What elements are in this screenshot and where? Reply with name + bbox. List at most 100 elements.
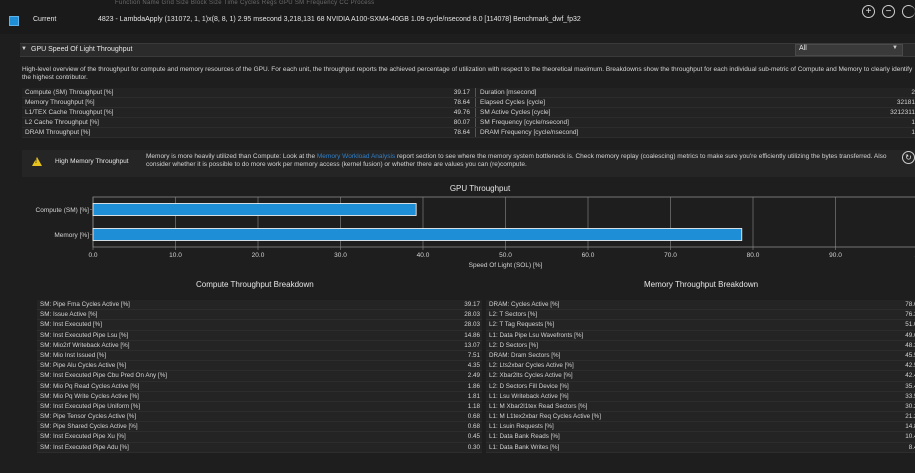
breakdown-value: 21.28 <box>905 413 915 421</box>
x-tick-label: 0.0 <box>88 252 97 259</box>
breakdown-value: 42.59 <box>905 362 915 370</box>
breakdown-value: 0.30 <box>467 443 480 451</box>
x-axis-label: Speed Of Light (SOL) [%] <box>469 262 543 269</box>
breakdown-value: 2.49 <box>467 372 480 380</box>
compute-breakdown-row: SM: Pipe Alu Cycles Active [%] 4.35 <box>37 361 482 372</box>
metric-label: L2 Cache Throughput [%] <box>25 119 99 126</box>
metric-row: DRAM Throughput [%] 78.64 DRAM Frequency [… <box>22 128 915 138</box>
metric-value: 2 <box>911 89 915 96</box>
breakdown-label: SM: Pipe Alu Cycles Active [%] <box>40 362 127 370</box>
memory-breakdown-row: DRAM: Cycles Active [%] 78.64 <box>486 300 915 311</box>
sol-metrics-table: Compute (SM) Throughput [%] 39.17 Duration… <box>22 88 915 138</box>
metric-label: Duration [msecond] <box>480 89 537 96</box>
advice-title: High Memory Throughput <box>55 158 129 165</box>
compute-breakdown-row: SM: Inst Executed Pipe Adu [%] 0.30 <box>37 442 482 453</box>
column-divider <box>475 98 476 107</box>
compute-breakdown-row: SM: Inst Executed Pipe Uniform [%] 1.18 <box>37 401 482 413</box>
memory-breakdown-row: L2: D Sectors [%] 48.30 <box>486 340 915 351</box>
section-header[interactable] <box>20 43 915 57</box>
x-tick-label: 70.0 <box>664 252 677 259</box>
breakdown-value: 0.45 <box>467 433 480 441</box>
body-filter-value: All <box>799 45 807 52</box>
remove-baseline-button[interactable]: − <box>882 5 895 18</box>
memory-breakdown-row: DRAM: Dram Sectors [%] 45.59 <box>486 350 915 362</box>
column-divider <box>475 118 476 127</box>
breakdown-label: DRAM: Cycles Active [%] <box>489 301 560 308</box>
metric-label: Elapsed Cycles [cycle] <box>480 99 546 106</box>
breakdown-value: 14.86 <box>464 331 480 339</box>
warning-icon <box>32 157 42 166</box>
breakdown-value: 51.08 <box>905 321 915 329</box>
metric-label: L1/TEX Cache Throughput [%] <box>25 109 114 116</box>
breakdown-label: SM: Pipe Shared Cycles Active [%] <box>40 423 138 431</box>
breakdown-label: SM: Issue Active [%] <box>40 311 98 319</box>
metric-value: 32181 <box>896 99 915 106</box>
body-filter-select[interactable] <box>795 44 903 56</box>
breakdown-value: 28.03 <box>464 311 480 319</box>
add-baseline-button[interactable]: + <box>862 5 875 18</box>
compute-breakdown-row: SM: Mio Pq Read Cycles Active [%] 1.86 <box>37 381 482 392</box>
section-title[interactable]: GPU Speed Of Light Throughput <box>31 46 132 53</box>
metric-label: SM Frequency [cycle/nsecond] <box>480 119 569 126</box>
breakdown-value: 10.40 <box>905 433 915 441</box>
breakdown-value: 30.20 <box>905 402 915 410</box>
breakdown-label: SM: Pipe Fma Cycles Active [%] <box>40 301 130 308</box>
memory-breakdown-row: L2: D Sectors Fill Device [%] 35.44 <box>486 381 915 392</box>
breakdown-value: 76.34 <box>905 311 915 319</box>
breakdown-label: L2: D Sectors Fill Device [%] <box>489 382 569 390</box>
breakdown-value: 39.17 <box>464 301 480 308</box>
compute-breakdown-row: SM: Pipe Fma Cycles Active [%] 39.17 <box>37 300 482 311</box>
column-headers: Function Name Grid Size Block Size Time … <box>115 0 375 6</box>
breakdown-label: SM: Inst Executed Pipe Xu [%] <box>40 433 126 441</box>
gpu-throughput-chart: 0.010.020.030.040.050.060.070.080.090.01… <box>36 196 915 269</box>
compute-breakdown-row: SM: Mio2rf Writeback Active [%] 13.07 <box>37 340 482 351</box>
compute-breakdown-row: SM: Pipe Tensor Cycles Active [%] 0.68 <box>37 412 482 423</box>
breakdown-value: 42.48 <box>905 372 915 380</box>
chevron-down-icon[interactable]: ▼ <box>892 45 898 51</box>
x-tick-label: 30.0 <box>334 252 347 259</box>
memory-breakdown-row: L2: Xbar2lts Cycles Active [%] 42.48 <box>486 371 915 382</box>
y-tick-label: Memory [%] <box>54 232 89 239</box>
current-color-swatch[interactable] <box>9 16 19 26</box>
breakdown-value: 33.55 <box>905 392 915 400</box>
column-divider <box>475 108 476 117</box>
breakdown-label: SM: Inst Executed Pipe Adu [%] <box>40 443 129 451</box>
more-icon[interactable] <box>902 5 915 18</box>
compute-breakdown-row: SM: Issue Active [%] 28.03 <box>37 310 482 321</box>
breakdown-value: 45.59 <box>905 351 915 359</box>
x-tick-label: 10.0 <box>169 252 182 259</box>
metric-row: L2 Cache Throughput [%] 80.07 SM Frequency… <box>22 118 915 128</box>
breakdown-value: 1.81 <box>467 392 480 400</box>
metric-value: 39.17 <box>453 89 470 96</box>
metric-label: Compute (SM) Throughput [%] <box>25 89 114 96</box>
compute-breakdown-row: SM: Mio Inst Issued [%] 7.51 <box>37 350 482 362</box>
memory-workload-analysis-link[interactable]: Memory Workload Analysis <box>317 153 395 160</box>
breakdown-label: L1: M L1tex2xbar Req Cycles Active [%] <box>489 413 601 421</box>
metric-row: Memory Throughput [%] 78.64 Elapsed Cycles… <box>22 98 915 108</box>
metric-label: SM Active Cycles [cycle] <box>480 109 551 116</box>
breakdown-value: 28.03 <box>464 321 480 329</box>
metric-label: DRAM Frequency [cycle/nsecond] <box>480 129 579 136</box>
column-divider <box>475 128 476 137</box>
x-tick-label: 60.0 <box>582 252 595 259</box>
compute-breakdown-row: SM: Inst Executed [%] 28.03 <box>37 320 482 331</box>
breakdown-label: L2: T Sectors [%] <box>489 311 538 319</box>
breakdown-label: SM: Mio Pq Read Cycles Active [%] <box>40 382 140 390</box>
compute-breakdown-row: SM: Inst Executed Pipe Xu [%] 0.45 <box>37 432 482 443</box>
advice-text-before: Memory is more heavily utilized than Com… <box>146 153 317 160</box>
metric-row: L1/TEX Cache Throughput [%] 49.76 SM Activ… <box>22 108 915 118</box>
collapse-caret-icon[interactable]: ▼ <box>21 46 27 52</box>
breakdown-label: L2: Lts2xbar Cycles Active [%] <box>489 362 574 370</box>
expand-advice-icon[interactable]: ↻ <box>902 151 915 164</box>
metric-value: 3212311 <box>890 109 915 116</box>
metric-label: Memory Throughput [%] <box>25 99 95 106</box>
compute-breakdown-row: SM: Pipe Shared Cycles Active [%] 0.68 <box>37 422 482 433</box>
metric-value: 78.64 <box>453 99 470 106</box>
breakdown-label: SM: Mio Pq Write Cycles Active [%] <box>40 392 139 400</box>
bar <box>92 228 743 241</box>
warning-exclamation: ! <box>35 159 37 165</box>
compute-breakdown-row: SM: Mio Pq Write Cycles Active [%] 1.81 <box>37 391 482 402</box>
memory-breakdown-table: DRAM: Cycles Active [%] 78.64 L2: T Sector… <box>486 300 915 453</box>
memory-breakdown-row: L1: M L1tex2xbar Req Cycles Active [%] 21… <box>486 412 915 423</box>
compute-breakdown-row: SM: Inst Executed Pipe Lsu [%] 14.86 <box>37 330 482 341</box>
